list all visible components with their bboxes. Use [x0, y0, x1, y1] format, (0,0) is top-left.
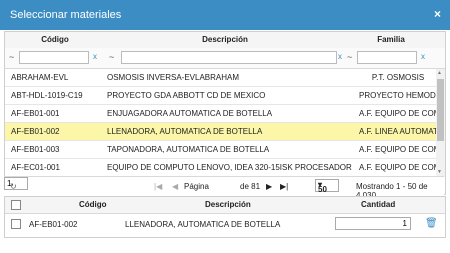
prev-page-icon[interactable]: ◀ — [172, 182, 178, 191]
cell-descripcion: EQUIPO DE COMPUTO LENOVO, IDEA 320-15ISK… — [107, 163, 352, 172]
filter-clear-familia[interactable]: x — [421, 52, 425, 61]
next-page-icon[interactable]: ▶ — [266, 182, 272, 191]
cell-familia: P.T. OSMOSIS — [371, 73, 425, 82]
table-row[interactable]: ABRAHAM-EVL OSMOSIS INVERSA-EVLABRAHAM P… — [5, 69, 436, 87]
table-row-selected[interactable]: AF-EB01-002 LLENADORA, AUTOMATICA DE BOT… — [5, 123, 436, 141]
filter-operator-familia[interactable]: ~ — [347, 52, 352, 62]
column-header-descripcion[interactable]: Descripción — [205, 200, 251, 209]
filter-operator-codigo[interactable]: ~ — [9, 52, 14, 62]
filter-clear-codigo[interactable]: x — [93, 52, 97, 61]
dialog-title: Seleccionar materiales — [10, 9, 122, 21]
filter-input-codigo[interactable] — [19, 51, 89, 64]
cell-familia: PROYECTO HEMODIALI — [359, 91, 436, 100]
dialog-titlebar: Seleccionar materiales × — [0, 0, 450, 30]
column-header-codigo[interactable]: Código — [5, 35, 105, 44]
selected-grid-header: Código Descripción Cantidad — [5, 197, 445, 214]
table-row[interactable]: AF-EB01-003 TAPONADORA, AUTOMATICA DE BO… — [5, 141, 436, 159]
cell-codigo: AF-EB01-002 — [11, 127, 60, 136]
cell-descripcion: ENJUAGADORA AUTOMATICA DE BOTELLA — [107, 109, 273, 118]
scroll-down-icon[interactable]: ▼ — [437, 169, 442, 175]
first-page-icon[interactable]: |◀ — [154, 182, 162, 191]
selected-materials-grid: Código Descripción Cantidad AF-EB01-002 … — [4, 196, 446, 238]
vertical-scrollbar[interactable]: ▲ ▼ — [436, 69, 445, 177]
trash-icon[interactable]: 🗑 — [425, 218, 438, 229]
row-checkbox[interactable] — [11, 219, 21, 229]
cell-descripcion: LLENADORA, AUTOMATICA DE BOTELLA — [107, 127, 263, 136]
table-row[interactable]: AF-EB01-002 LLENADORA, AUTOMATICA DE BOT… — [5, 214, 445, 236]
scroll-up-icon[interactable]: ▲ — [437, 70, 442, 76]
column-header-familia[interactable]: Familia — [345, 35, 437, 44]
last-page-icon[interactable]: ▶| — [280, 182, 288, 191]
filter-operator-descripcion[interactable]: ~ — [109, 52, 114, 62]
grid-header: Código Descripción Familia — [5, 32, 445, 49]
table-row[interactable]: AF-EC01-001 EQUIPO DE COMPUTO LENOVO, ID… — [5, 159, 436, 177]
column-header-cantidad[interactable]: Cantidad — [361, 200, 395, 209]
cell-familia: A.F. EQUIPO DE COMPU — [359, 145, 436, 154]
select-all-checkbox[interactable] — [11, 200, 21, 210]
cell-familia: A.F. EQUIPO DE COMPU — [359, 109, 436, 118]
cell-descripcion: LLENADORA, AUTOMATICA DE BOTELLA — [125, 220, 281, 229]
cell-descripcion: TAPONADORA, AUTOMATICA DE BOTELLA — [107, 145, 270, 154]
quantity-input[interactable] — [335, 217, 411, 230]
filter-row: ~ x ~ x ~ x — [5, 48, 445, 69]
cell-descripcion: PROYECTO GDA ABBOTT CD DE MEXICO — [107, 91, 266, 100]
page-count: de 81 — [240, 182, 261, 191]
page-size-select[interactable]: 50 ▾ — [315, 179, 339, 194]
cell-descripcion: OSMOSIS INVERSA-EVLABRAHAM — [107, 73, 240, 82]
table-row[interactable]: AF-EB01-001 ENJUAGADORA AUTOMATICA DE BO… — [5, 105, 436, 123]
grid-rows: ABRAHAM-EVL OSMOSIS INVERSA-EVLABRAHAM P… — [5, 69, 436, 177]
table-row[interactable]: ABT-HDL-1019-C19 PROYECTO GDA ABBOTT CD … — [5, 87, 436, 105]
filter-input-familia[interactable] — [357, 51, 417, 64]
cell-codigo: ABRAHAM-EVL — [11, 73, 69, 82]
filter-clear-descripcion[interactable]: x — [338, 52, 342, 61]
close-icon[interactable]: × — [434, 7, 441, 21]
column-header-descripcion[interactable]: Descripción — [105, 35, 345, 44]
refresh-icon[interactable]: ↻ — [10, 182, 17, 191]
pagination-bar: ↻ |◀ ◀ Página de 81 ▶ ▶| 50 ▾ Mostrando … — [4, 176, 444, 200]
cell-familia: A.F. EQUIPO DE COMPU — [359, 163, 436, 172]
page-size-value: 50 — [318, 185, 327, 194]
cell-codigo: AF-EB01-001 — [11, 109, 60, 118]
cell-familia: A.F. LINEA AUTOMATICA — [359, 127, 436, 136]
cell-codigo: ABT-HDL-1019-C19 — [11, 91, 83, 100]
scrollbar-thumb[interactable] — [437, 79, 444, 141]
page-label: Página — [184, 182, 209, 191]
cell-codigo: AF-EB01-002 — [29, 220, 78, 229]
cell-codigo: AF-EB01-003 — [11, 145, 60, 154]
column-header-codigo[interactable]: Código — [79, 200, 107, 209]
materials-grid: Código Descripción Familia ~ x ~ x ~ x A… — [4, 31, 446, 195]
cell-codigo: AF-EC01-001 — [11, 163, 60, 172]
filter-input-descripcion[interactable] — [121, 51, 337, 64]
